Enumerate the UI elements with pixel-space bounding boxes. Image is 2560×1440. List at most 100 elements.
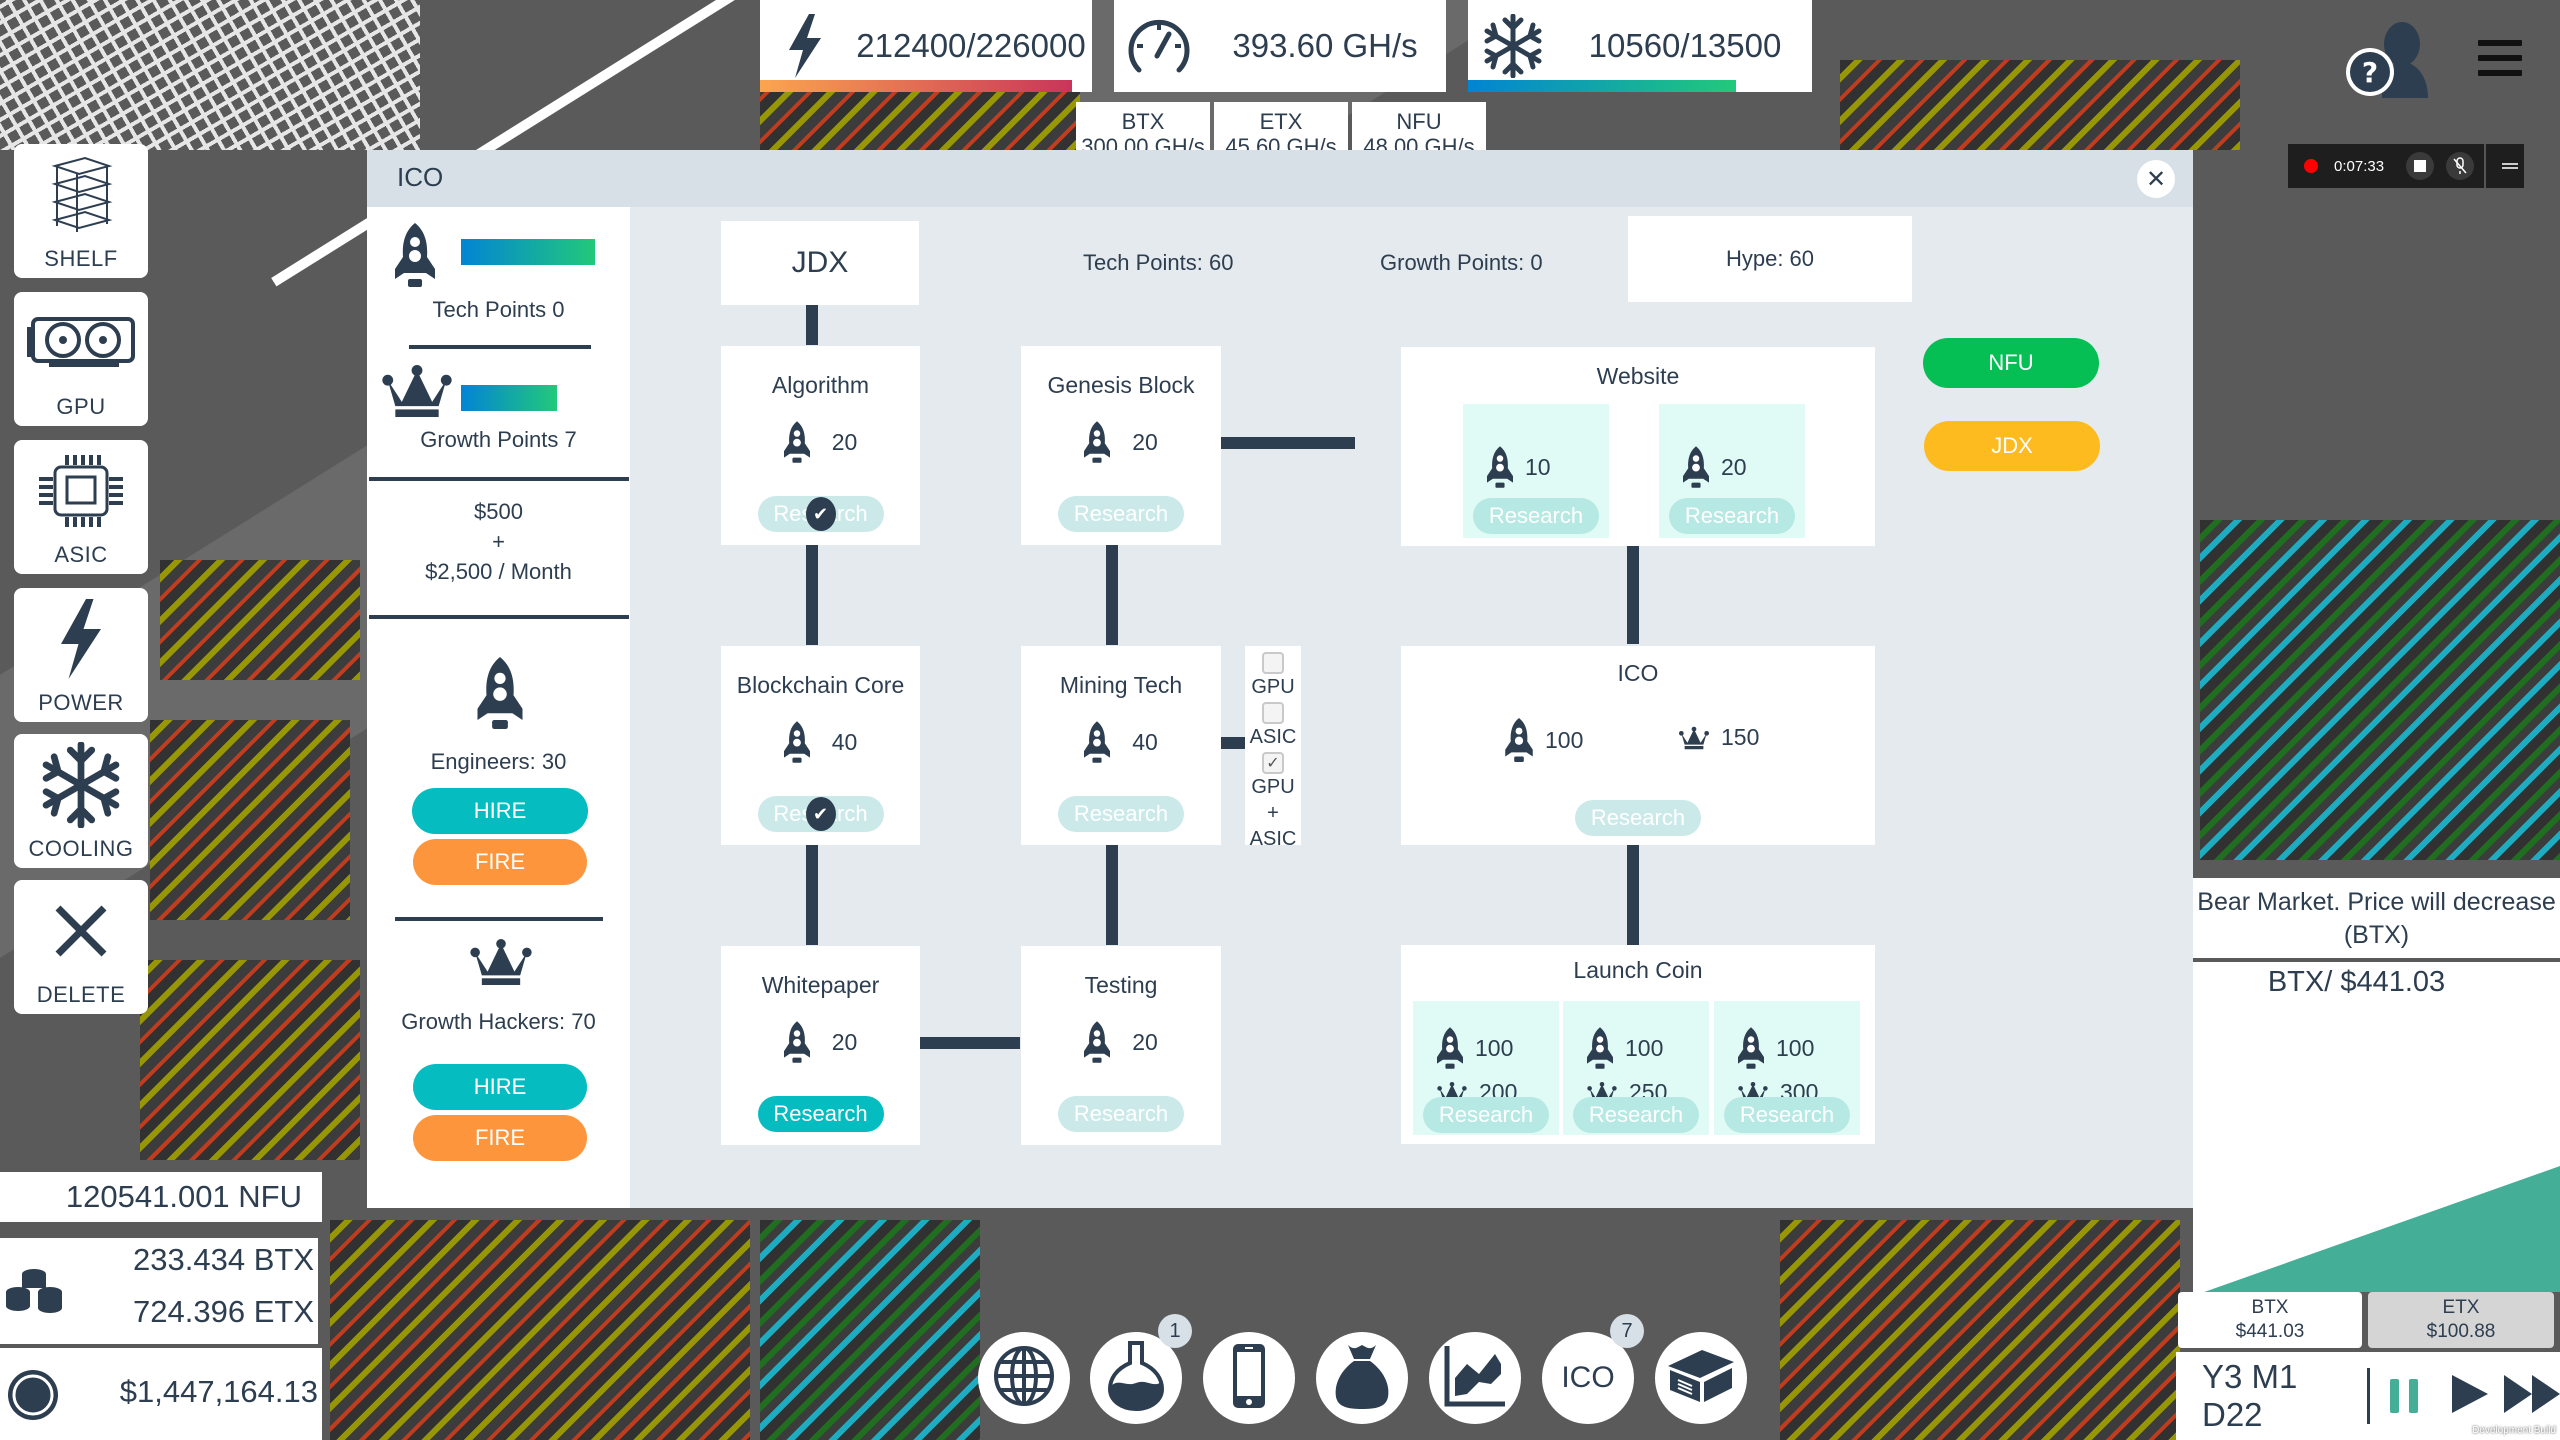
tech-points-bar xyxy=(461,239,595,265)
tech-cost-value: 20 xyxy=(1721,453,1747,480)
divider xyxy=(395,917,603,921)
connector xyxy=(806,545,818,645)
tool-label: COOLING xyxy=(28,836,134,861)
dock-money-button[interactable] xyxy=(1316,1332,1408,1424)
rocket-icon xyxy=(1084,1021,1110,1063)
fire-growth-hacker-button[interactable]: FIRE xyxy=(413,1115,587,1161)
mic-muted-icon[interactable] xyxy=(2446,152,2475,180)
tech-cost: 40 xyxy=(721,721,920,763)
node-genesis-block: Genesis Block 20 Research xyxy=(1021,346,1221,545)
tool-label: SHELF xyxy=(44,246,118,271)
tech-cost: 20 xyxy=(1021,421,1221,463)
hire-growth-hacker-button[interactable]: HIRE xyxy=(413,1064,587,1110)
tech-cost: 100 xyxy=(1738,1027,1814,1069)
research-button[interactable]: Research xyxy=(1575,800,1701,836)
coins-stack-icon xyxy=(6,1268,62,1319)
tool-delete-button[interactable]: DELETE xyxy=(14,880,148,1014)
connector xyxy=(806,305,818,345)
tech-points-available: Tech Points: 60 xyxy=(1083,250,1234,275)
dock-globe-button[interactable] xyxy=(978,1332,1070,1424)
tool-gpu-button[interactable]: GPU xyxy=(14,292,148,426)
fence xyxy=(0,0,420,150)
connector xyxy=(1627,546,1639,644)
tech-cost-value: 40 xyxy=(831,728,858,755)
connector xyxy=(806,845,818,945)
tool-cooling-button[interactable]: COOLING xyxy=(14,734,148,868)
coin-tab-btx[interactable]: BTX $441.03 xyxy=(2178,1292,2362,1348)
stop-recording-button[interactable] xyxy=(2406,152,2435,180)
flask-icon xyxy=(1107,1340,1165,1416)
research-button[interactable]: Research xyxy=(1573,1097,1699,1133)
dock-warehouse-button[interactable] xyxy=(1655,1332,1747,1424)
launch-option: 100 300 Research xyxy=(1714,1001,1860,1135)
hamburger-menu-icon[interactable] xyxy=(2478,40,2522,76)
dock-stats-button[interactable] xyxy=(1429,1332,1521,1424)
collapse-toolbar-icon[interactable] xyxy=(2502,163,2519,169)
market-event-text: Bear Market. Price will decrease xyxy=(2197,888,2556,916)
asic-checkbox[interactable] xyxy=(1262,702,1284,724)
crown-icon xyxy=(381,365,453,422)
pause-button[interactable] xyxy=(2390,1379,2418,1413)
tool-power-button[interactable]: POWER xyxy=(14,588,148,722)
research-button[interactable]: Research xyxy=(1058,496,1184,532)
coin-tab-etx[interactable]: ETX $100.88 xyxy=(2368,1292,2554,1348)
tech-cost-value: 100 xyxy=(1625,1034,1664,1061)
coin-select-nfu[interactable]: NFU xyxy=(1923,338,2099,388)
mining-rack xyxy=(330,1220,750,1440)
rocket-icon xyxy=(784,421,810,463)
engineers-label: Engineers: 30 xyxy=(430,749,567,774)
game-date: Y3 M1 D22 xyxy=(2202,1358,2298,1433)
research-button[interactable]: Research xyxy=(757,1096,884,1132)
rocket-icon xyxy=(395,219,435,296)
cost-plus: + xyxy=(492,529,505,554)
warehouse-icon xyxy=(1666,1348,1736,1409)
fire-engineer-button[interactable]: FIRE xyxy=(413,839,587,885)
tool-asic-button[interactable]: ASIC xyxy=(14,440,148,574)
power-stat: 212400/226000 xyxy=(760,0,1092,92)
research-button[interactable]: Research xyxy=(1423,1097,1549,1133)
tool-shelf-button[interactable]: SHELF xyxy=(14,144,148,278)
dev-build-label: Development Build xyxy=(2472,1425,2556,1436)
close-icon[interactable]: ✕ xyxy=(2137,160,2175,198)
tech-cost: 20 xyxy=(721,421,920,463)
research-button[interactable]: Research xyxy=(1058,796,1184,832)
price-area xyxy=(2193,1166,2560,1292)
gpu-checkbox[interactable] xyxy=(1262,652,1284,674)
divider xyxy=(369,615,629,619)
mining-rack xyxy=(140,960,360,1160)
checkmark-icon: ✔ xyxy=(805,797,836,831)
option-label: GPU xyxy=(1251,676,1295,698)
hashrate-value: 393.60 GH/s xyxy=(1232,27,1418,64)
dock-research-button[interactable]: 1 xyxy=(1090,1314,1192,1424)
research-button[interactable]: Research xyxy=(1724,1097,1850,1133)
monthly-cost: $2,500 / Month xyxy=(425,559,572,584)
nfu-balance: 120541.001 NFU xyxy=(0,1172,322,1222)
dialog-header: ICO ✕ xyxy=(367,150,2193,207)
coin-tab-label: BTX xyxy=(2251,1297,2289,1318)
btx-hashrate: BTX 300.00 GH/s xyxy=(1076,102,1210,150)
gpu-asic-checkbox[interactable]: ✓ xyxy=(1262,752,1284,774)
snowflake-icon xyxy=(1468,14,1558,78)
coin-hashrate: 48.00 GH/s xyxy=(1363,134,1475,151)
dock-phone-button[interactable] xyxy=(1203,1332,1295,1424)
lightning-icon xyxy=(760,14,850,78)
help-user-icon[interactable]: ? xyxy=(2346,22,2434,98)
research-button[interactable]: Research xyxy=(1058,1096,1184,1132)
tech-cost: 100 xyxy=(1437,1027,1513,1069)
research-button[interactable]: Research xyxy=(1669,498,1795,534)
recording-time: 0:07:33 xyxy=(2334,157,2385,175)
growth-points-bar xyxy=(461,385,558,411)
upfront-cost: $500 xyxy=(474,499,523,524)
mining-rack xyxy=(1840,60,2240,150)
research-button[interactable]: Research xyxy=(1473,498,1599,534)
coin-select-jdx[interactable]: JDX xyxy=(1924,421,2100,471)
cooling-value: 10560/13500 xyxy=(1588,27,1782,64)
fast-forward-button[interactable] xyxy=(2504,1374,2560,1418)
hire-engineer-button[interactable]: HIRE xyxy=(412,788,588,834)
power-value: 212400/226000 xyxy=(856,27,1086,64)
cooling-stat: 10560/13500 xyxy=(1468,0,1812,92)
play-button[interactable] xyxy=(2452,1374,2488,1418)
dock-ico-button[interactable]: ICO 7 xyxy=(1542,1314,1644,1424)
rocket-icon xyxy=(1437,1027,1463,1069)
nfu-hashrate: NFU 48.00 GH/s xyxy=(1352,102,1486,150)
